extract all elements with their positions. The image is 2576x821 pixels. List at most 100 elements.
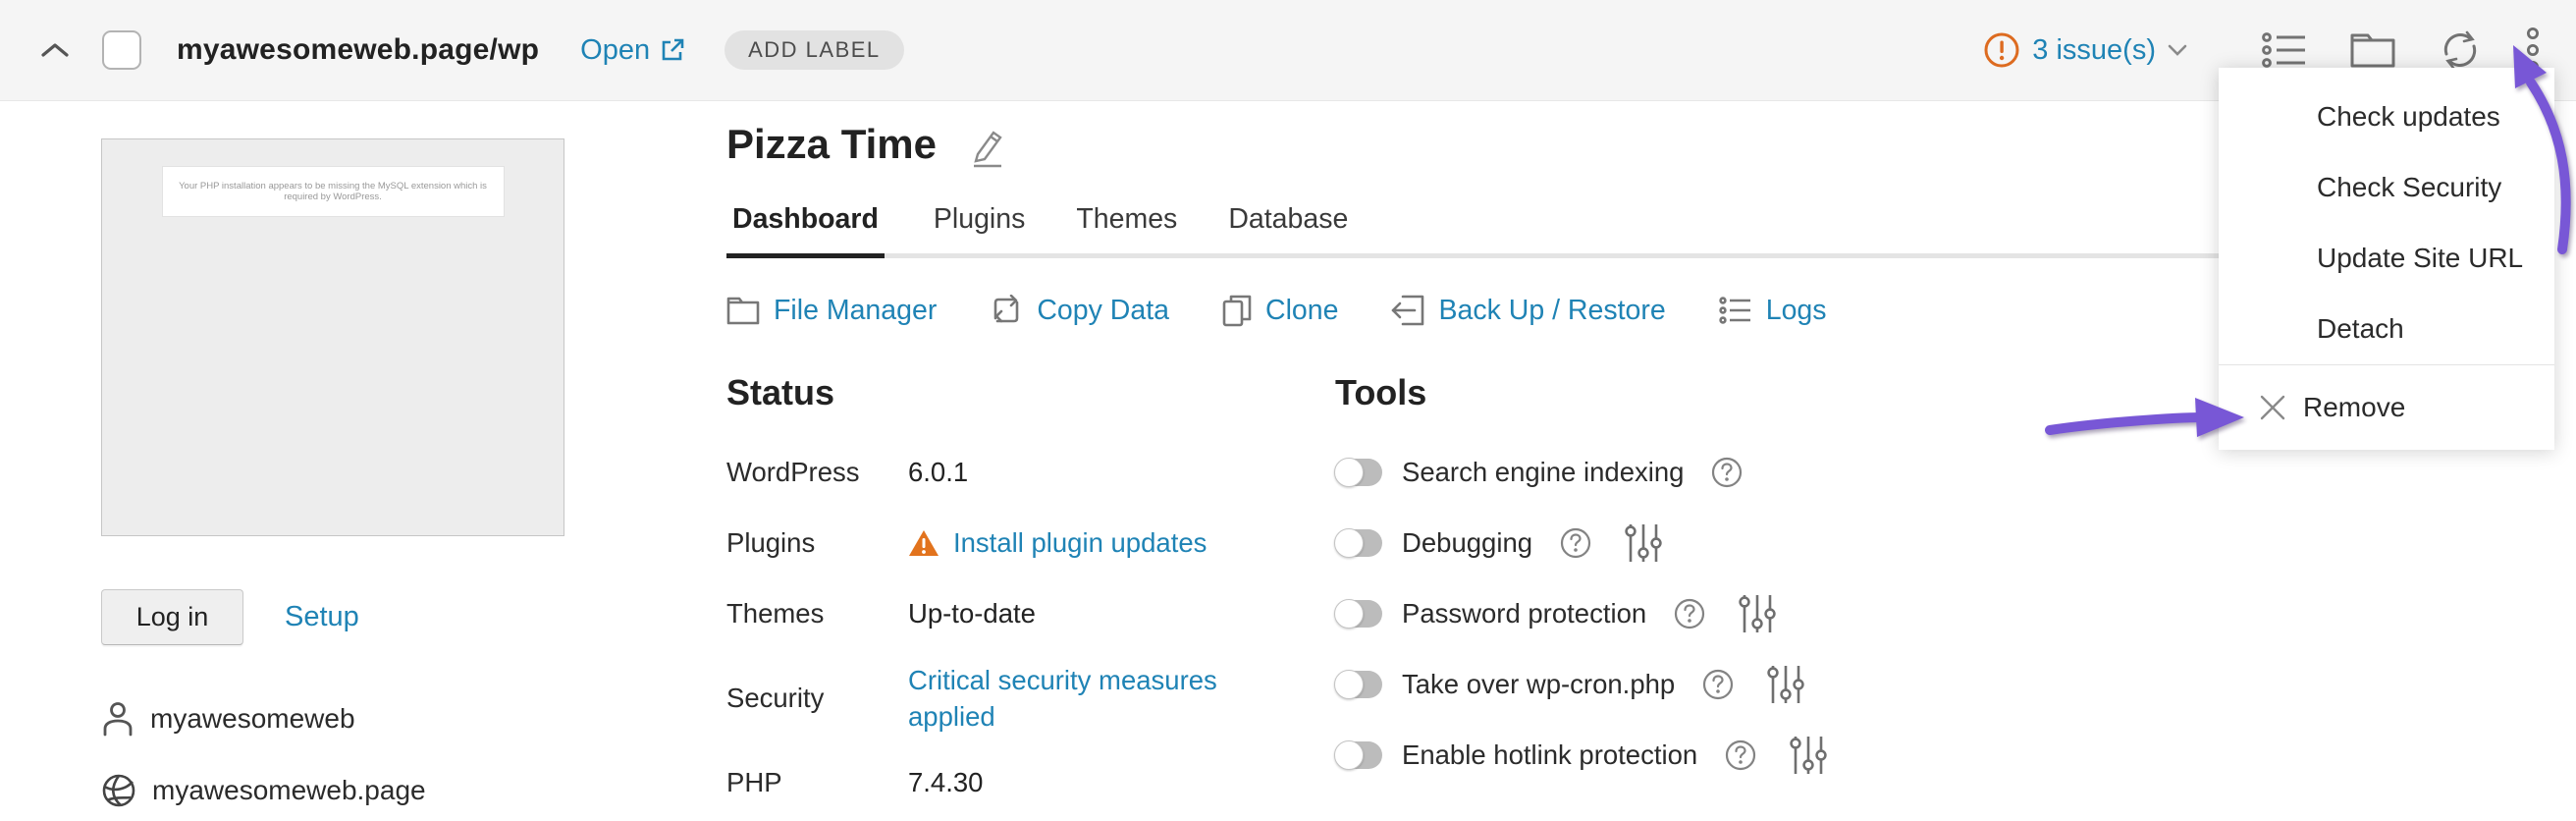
logs-label: Logs <box>1766 295 1827 327</box>
copy-data-label: Copy Data <box>1037 295 1169 327</box>
tool-label: Password protection <box>1402 598 1646 629</box>
site-display-name: Pizza Time <box>726 121 937 168</box>
status-label: Plugins <box>726 527 908 559</box>
open-site-link[interactable]: Open <box>580 34 685 67</box>
site-preview-panel: Your PHP installation appears to be miss… <box>101 138 564 808</box>
status-row-php: PHP 7.4.30 <box>726 747 1335 818</box>
menu-item-remove-label: Remove <box>2303 392 2405 423</box>
clone-icon <box>1222 294 1252 327</box>
folder-icon <box>726 296 760 325</box>
wp-cron-toggle[interactable] <box>1335 671 1382 698</box>
menu-item-detach[interactable]: Detach <box>2219 294 2554 364</box>
chevron-down-icon <box>2168 44 2187 57</box>
help-icon[interactable] <box>1725 739 1756 771</box>
status-value: 7.4.30 <box>908 764 983 800</box>
logs-list-icon <box>1719 296 1752 325</box>
tool-label: Search engine indexing <box>1402 457 1684 488</box>
status-section: Status WordPress 6.0.1 Plugins <box>726 372 1335 818</box>
setup-link[interactable]: Setup <box>285 601 359 633</box>
logs-link[interactable]: Logs <box>1719 295 1827 327</box>
settings-sliders-icon[interactable] <box>1767 664 1804 705</box>
issues-dropdown[interactable]: 3 issue(s) <box>1983 31 2187 69</box>
status-row-themes: Themes Up-to-date <box>726 578 1335 649</box>
site-url-title: myawesomeweb.page/wp <box>177 33 539 67</box>
backup-restore-link[interactable]: Back Up / Restore <box>1391 295 1665 327</box>
tab-dashboard[interactable]: Dashboard <box>726 203 885 258</box>
search-indexing-toggle[interactable] <box>1335 459 1382 486</box>
tab-plugins[interactable]: Plugins <box>932 203 1027 258</box>
menu-item-update-site-url[interactable]: Update Site URL <box>2219 223 2554 294</box>
issues-label: 3 issue(s) <box>2032 34 2156 67</box>
tool-row-password-protection: Password protection <box>1335 578 1827 649</box>
domain-name: myawesomeweb.page <box>152 775 426 806</box>
preview-error-text: Your PHP installation appears to be miss… <box>162 166 505 217</box>
tools-heading: Tools <box>1335 372 1827 413</box>
sync-icon[interactable] <box>2439 28 2482 72</box>
tool-row-debugging: Debugging <box>1335 508 1827 578</box>
account-row: myawesomeweb <box>101 701 564 737</box>
domain-row: myawesomeweb.page <box>101 773 564 808</box>
collapse-chevron-icon[interactable] <box>33 28 77 72</box>
clone-link[interactable]: Clone <box>1222 294 1338 327</box>
globe-icon <box>101 773 136 808</box>
menu-item-remove[interactable]: Remove <box>2219 365 2554 450</box>
backup-restore-icon <box>1391 295 1424 326</box>
tools-section: Tools Search engine indexing Debugging <box>1335 372 1827 818</box>
status-row-wordpress: WordPress 6.0.1 <box>726 437 1335 508</box>
tool-row-search-indexing: Search engine indexing <box>1335 437 1827 508</box>
copy-data-link[interactable]: Copy Data <box>990 295 1169 327</box>
folder-icon[interactable] <box>2350 31 2395 69</box>
status-label: WordPress <box>726 457 908 488</box>
person-icon <box>101 701 134 737</box>
tool-row-hotlink-protection: Enable hotlink protection <box>1335 720 1827 791</box>
menu-item-check-security[interactable]: Check Security <box>2219 152 2554 223</box>
settings-sliders-icon[interactable] <box>1739 593 1776 634</box>
tool-label: Take over wp-cron.php <box>1402 669 1675 700</box>
warning-triangle-icon <box>908 529 939 558</box>
site-card-header: myawesomeweb.page/wp Open ADD LABEL 3 is… <box>0 0 2576 101</box>
x-close-icon <box>2258 393 2287 422</box>
file-manager-label: File Manager <box>774 295 937 327</box>
kebab-menu-icon[interactable] <box>2525 27 2541 74</box>
tool-label: Enable hotlink protection <box>1402 739 1697 771</box>
tab-themes[interactable]: Themes <box>1074 203 1179 258</box>
status-heading: Status <box>726 372 1335 413</box>
tool-row-wp-cron: Take over wp-cron.php <box>1335 649 1827 720</box>
status-label: PHP <box>726 767 908 798</box>
help-icon[interactable] <box>1560 527 1591 559</box>
status-row-security: Security Critical security measures appl… <box>726 649 1335 747</box>
hotlink-protection-toggle[interactable] <box>1335 741 1382 769</box>
help-icon[interactable] <box>1674 598 1705 629</box>
kebab-dropdown-menu: Check updates Check Security Update Site… <box>2219 68 2554 450</box>
clone-label: Clone <box>1265 295 1338 327</box>
account-name: myawesomeweb <box>150 703 355 735</box>
debugging-toggle[interactable] <box>1335 529 1382 557</box>
pencil-icon[interactable] <box>966 127 1005 168</box>
settings-sliders-icon[interactable] <box>1790 735 1827 776</box>
backup-restore-label: Back Up / Restore <box>1438 295 1665 327</box>
tab-database[interactable]: Database <box>1226 203 1350 258</box>
status-label: Themes <box>726 598 908 629</box>
menu-item-check-updates[interactable]: Check updates <box>2219 82 2554 152</box>
status-row-plugins: Plugins Install plugin updates <box>726 508 1335 578</box>
add-label-button[interactable]: ADD LABEL <box>724 30 904 70</box>
status-value: 6.0.1 <box>908 454 968 490</box>
help-icon[interactable] <box>1711 457 1743 488</box>
list-view-icon[interactable] <box>2262 30 2307 70</box>
install-plugin-updates-link[interactable]: Install plugin updates <box>953 524 1207 561</box>
status-value: Up-to-date <box>908 595 1036 631</box>
password-protection-toggle[interactable] <box>1335 600 1382 628</box>
site-screenshot-preview[interactable]: Your PHP installation appears to be miss… <box>101 138 564 536</box>
open-link-label: Open <box>580 34 650 67</box>
security-measures-link[interactable]: Critical security measures applied <box>908 662 1257 735</box>
settings-sliders-icon[interactable] <box>1625 522 1662 564</box>
external-link-icon <box>660 37 685 63</box>
warning-circle-icon <box>1983 31 2020 69</box>
help-icon[interactable] <box>1702 669 1734 700</box>
wp-toolkit-site-card: myawesomeweb.page/wp Open ADD LABEL 3 is… <box>0 0 2576 821</box>
copy-sync-icon <box>990 295 1023 326</box>
status-label: Security <box>726 683 908 714</box>
login-button[interactable]: Log in <box>101 589 243 645</box>
file-manager-link[interactable]: File Manager <box>726 295 937 327</box>
select-site-checkbox[interactable] <box>102 30 141 70</box>
